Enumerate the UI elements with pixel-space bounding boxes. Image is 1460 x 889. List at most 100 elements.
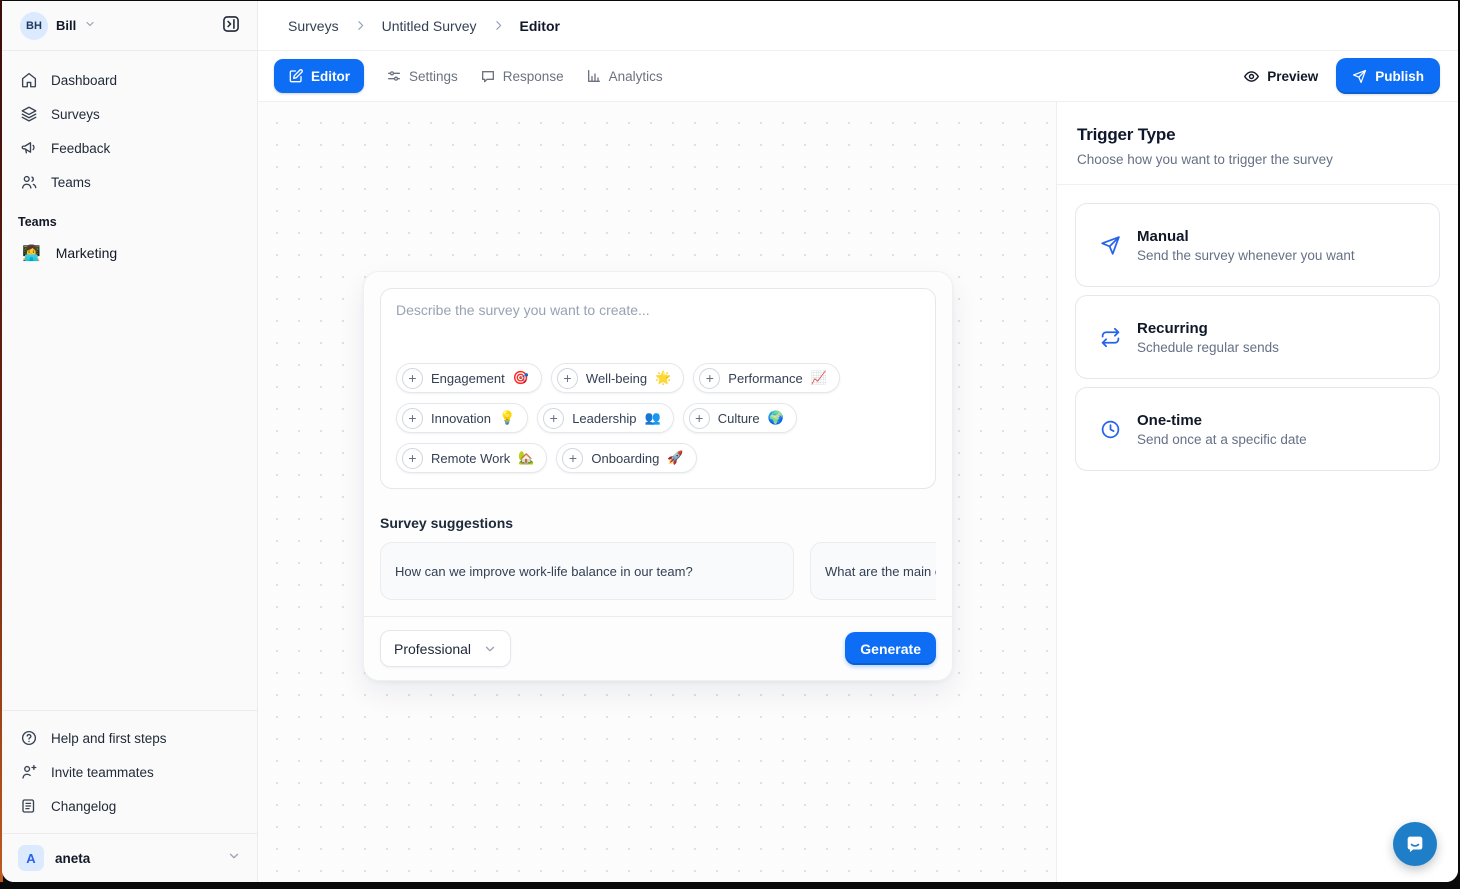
topic-chip-performance[interactable]: + Performance 📈: [693, 363, 840, 393]
option-description: Send once at a specific date: [1137, 432, 1307, 447]
chip-emoji: 📈: [811, 370, 827, 386]
sidebar-item-invite[interactable]: Invite teammates: [2, 755, 257, 789]
publish-label: Publish: [1375, 69, 1424, 84]
chip-emoji: 🏡: [518, 450, 534, 466]
tab-label: Analytics: [609, 69, 663, 84]
sidebar-item-label: Surveys: [51, 107, 100, 122]
tab-label: Editor: [311, 69, 350, 84]
sidebar-item-help[interactable]: Help and first steps: [2, 721, 257, 755]
tab-response[interactable]: Response: [480, 68, 564, 84]
chip-emoji: 🎯: [513, 370, 529, 386]
tone-select[interactable]: Professional: [380, 630, 511, 667]
user-name: aneta: [55, 851, 216, 866]
generate-button[interactable]: Generate: [845, 632, 936, 665]
sidebar-item-label: Feedback: [51, 141, 110, 156]
chip-emoji: 🌟: [655, 370, 671, 386]
breadcrumb-surveys[interactable]: Surveys: [288, 18, 339, 34]
plus-icon: +: [689, 408, 710, 429]
desktop-background: BH Bill Dashboard: [0, 0, 1460, 889]
survey-description-input[interactable]: [396, 302, 920, 354]
bar-chart-icon: [586, 68, 602, 84]
tab-settings[interactable]: Settings: [386, 68, 458, 84]
plus-icon: +: [543, 408, 564, 429]
suggestion-card[interactable]: What are the main ob: [810, 542, 936, 600]
chip-label: Onboarding: [591, 451, 659, 466]
topic-chip-onboarding[interactable]: + Onboarding 🚀: [556, 443, 696, 473]
option-title: Manual: [1137, 228, 1355, 245]
sidebar-item-label: Changelog: [51, 799, 116, 814]
trigger-option-recurring[interactable]: Recurring Schedule regular sends: [1075, 295, 1440, 379]
trigger-options: Manual Send the survey whenever you want…: [1057, 185, 1458, 489]
chat-bubble-icon: [480, 68, 496, 84]
eye-icon: [1243, 68, 1260, 85]
chip-label: Leadership: [572, 411, 636, 426]
chat-widget-button[interactable]: [1393, 822, 1437, 866]
suggestions-row: How can we improve work-life balance in …: [380, 542, 936, 600]
tab-editor[interactable]: Editor: [274, 59, 364, 93]
repeat-icon: [1100, 327, 1121, 348]
tab-analytics[interactable]: Analytics: [586, 68, 663, 84]
topic-chip-leadership[interactable]: + Leadership 👥: [537, 403, 674, 433]
changelog-icon: [20, 797, 38, 815]
suggestions-title: Survey suggestions: [380, 515, 936, 531]
home-icon: [20, 71, 38, 89]
trigger-type-panel: Trigger Type Choose how you want to trig…: [1056, 102, 1458, 882]
topic-chip-innovation[interactable]: + Innovation 💡: [396, 403, 528, 433]
layers-icon: [20, 105, 38, 123]
publish-button[interactable]: Publish: [1336, 58, 1440, 94]
user-plus-icon: [20, 763, 38, 781]
edit-icon: [288, 68, 304, 84]
topic-chip-engagement[interactable]: + Engagement 🎯: [396, 363, 542, 393]
chip-emoji: 👥: [645, 410, 661, 426]
chip-label: Innovation: [431, 411, 491, 426]
chevron-down-icon: [84, 17, 96, 35]
plus-icon: +: [562, 448, 583, 469]
workspace-name[interactable]: Bill: [56, 18, 76, 33]
sidebar-item-dashboard[interactable]: Dashboard: [2, 63, 257, 97]
sidebar-item-label: Help and first steps: [51, 731, 167, 746]
chip-label: Engagement: [431, 371, 505, 386]
topic-chip-well-being[interactable]: + Well-being 🌟: [551, 363, 684, 393]
prompt-box: + Engagement 🎯 + Well-being 🌟: [380, 288, 936, 489]
content-row: + Engagement 🎯 + Well-being 🌟: [258, 102, 1458, 882]
sidebar-item-marketing[interactable]: 👩‍💻 Marketing: [2, 237, 257, 269]
app-window: BH Bill Dashboard: [2, 1, 1458, 882]
megaphone-icon: [20, 139, 38, 157]
option-description: Send the survey whenever you want: [1137, 248, 1355, 263]
trigger-option-manual[interactable]: Manual Send the survey whenever you want: [1075, 203, 1440, 287]
topic-chip-remote-work[interactable]: + Remote Work 🏡: [396, 443, 547, 473]
composer-footer: Professional Generate: [364, 616, 952, 680]
collapse-sidebar-icon: [221, 14, 241, 37]
sidebar-item-changelog[interactable]: Changelog: [2, 789, 257, 823]
collapse-sidebar-button[interactable]: [219, 12, 243, 39]
plus-icon: +: [402, 408, 423, 429]
preview-label: Preview: [1267, 69, 1318, 84]
preview-button[interactable]: Preview: [1243, 68, 1318, 85]
sidebar-item-feedback[interactable]: Feedback: [2, 131, 257, 165]
team-emoji: 👩‍💻: [22, 244, 41, 262]
breadcrumb-untitled-survey[interactable]: Untitled Survey: [382, 18, 477, 34]
option-title: Recurring: [1137, 320, 1279, 337]
panel-title: Trigger Type: [1077, 125, 1438, 145]
breadcrumb-editor: Editor: [520, 18, 560, 34]
sidebar-nav: Dashboard Surveys Feedback: [2, 51, 257, 199]
team-name: Marketing: [56, 245, 117, 261]
trigger-option-one-time[interactable]: One-time Send once at a specific date: [1075, 387, 1440, 471]
workspace-avatar[interactable]: BH: [20, 12, 48, 40]
workspace-switcher: BH Bill: [2, 1, 257, 51]
chevron-down-icon: [227, 849, 241, 868]
sidebar-item-surveys[interactable]: Surveys: [2, 97, 257, 131]
sidebar-item-teams[interactable]: Teams: [2, 165, 257, 199]
chip-label: Well-being: [586, 371, 647, 386]
topic-chip-culture[interactable]: + Culture 🌍: [683, 403, 797, 433]
teams-section-label: Teams: [2, 199, 257, 237]
topic-chips: + Engagement 🎯 + Well-being 🌟: [396, 363, 920, 473]
editor-canvas[interactable]: + Engagement 🎯 + Well-being 🌟: [258, 102, 1056, 882]
user-menu[interactable]: A aneta: [2, 833, 257, 882]
plus-icon: +: [402, 448, 423, 469]
chip-emoji: 🚀: [667, 450, 683, 466]
chevron-down-icon: [483, 642, 497, 656]
user-avatar: A: [18, 845, 44, 871]
suggestion-card[interactable]: How can we improve work-life balance in …: [380, 542, 794, 600]
main-area: Surveys Untitled Survey Editor Editor: [258, 1, 1458, 882]
